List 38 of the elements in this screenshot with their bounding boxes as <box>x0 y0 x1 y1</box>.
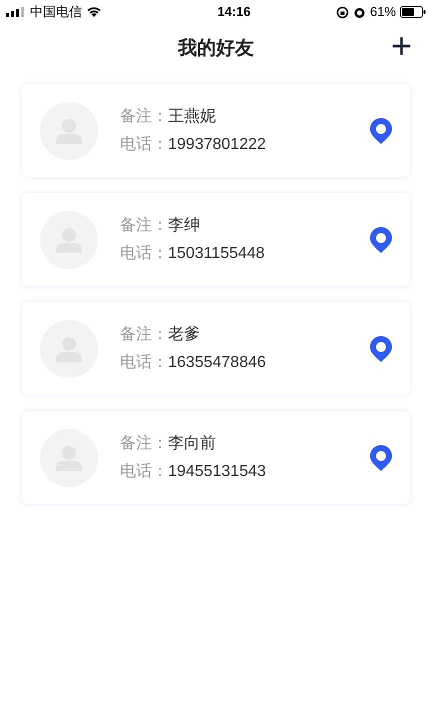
phone-label: 电话： <box>120 244 168 264</box>
location-pin-icon[interactable] <box>370 118 392 144</box>
avatar-icon <box>40 428 98 486</box>
friend-phone: 15031155448 <box>168 244 265 264</box>
phone-label: 电话： <box>120 462 168 482</box>
rotation-lock-icon <box>336 6 349 18</box>
battery-icon <box>400 6 426 18</box>
signal-icon <box>6 7 26 17</box>
friend-phone: 16355478846 <box>168 352 266 372</box>
friend-note: 李向前 <box>168 434 216 454</box>
note-label: 备注： <box>120 106 168 126</box>
battery-percent: 61% <box>370 3 396 22</box>
avatar-icon <box>40 102 98 160</box>
friend-phone: 19937801222 <box>168 134 266 154</box>
avatar-icon <box>40 210 98 268</box>
friend-card[interactable]: 备注：老爹 电话：16355478846 <box>22 302 410 395</box>
alarm-icon <box>352 6 366 18</box>
status-time: 14:16 <box>216 3 251 22</box>
friend-note: 王燕妮 <box>168 106 216 126</box>
friend-note: 李绅 <box>168 216 200 236</box>
location-pin-icon[interactable] <box>370 336 392 362</box>
friend-phone: 19455131543 <box>168 462 266 482</box>
add-button[interactable]: + <box>390 28 412 64</box>
page-title: 我的好友 <box>178 36 254 61</box>
note-label: 备注： <box>120 434 168 454</box>
friend-card[interactable]: 备注：李向前 电话：19455131543 <box>22 411 410 504</box>
friend-card[interactable]: 备注：王燕妮 电话：19937801222 <box>22 84 410 177</box>
avatar-icon <box>40 320 98 378</box>
friend-note: 老爹 <box>168 324 200 344</box>
phone-label: 电话： <box>120 352 168 372</box>
friend-card[interactable]: 备注：李绅 电话：15031155448 <box>22 193 410 286</box>
carrier-name: 中国电信 <box>30 3 82 22</box>
phone-label: 电话： <box>120 134 168 154</box>
location-pin-icon[interactable] <box>370 444 392 470</box>
wifi-icon <box>86 6 102 18</box>
note-label: 备注： <box>120 324 168 344</box>
location-pin-icon[interactable] <box>370 226 392 252</box>
note-label: 备注： <box>120 216 168 236</box>
